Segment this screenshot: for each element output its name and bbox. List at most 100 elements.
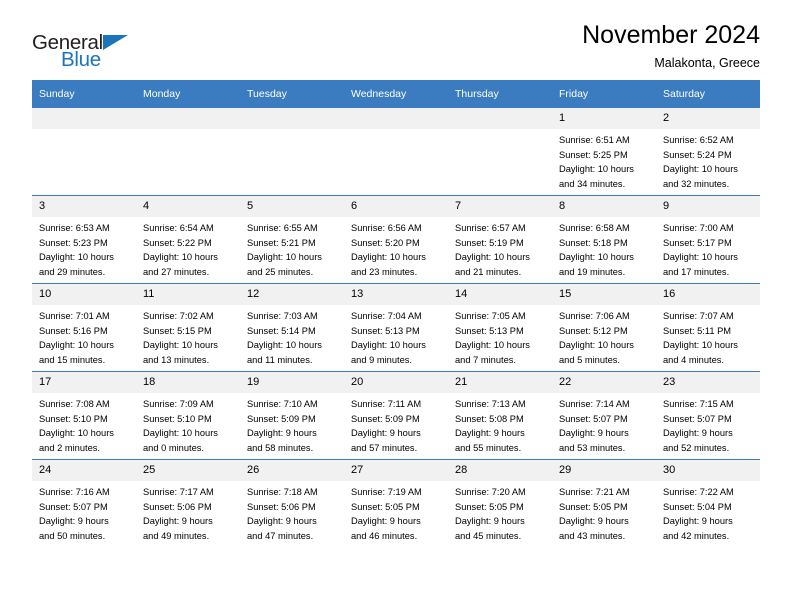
- calendar-day-cell[interactable]: 20 Sunrise: 7:11 AM Sunset: 5:09 PM Dayligh…: [344, 371, 448, 460]
- day-detail: Sunrise: 6:56 AM Sunset: 5:20 PM Daylight:…: [344, 217, 448, 283]
- day-number: 6: [344, 196, 448, 217]
- calendar-day-cell[interactable]: 22 Sunrise: 7:14 AM Sunset: 5:07 PM Dayligh…: [552, 371, 656, 460]
- day-detail-line: Daylight: 10 hours: [663, 340, 738, 350]
- calendar-week-row: 3 Sunrise: 6:53 AM Sunset: 5:23 PM Daylight…: [32, 195, 760, 284]
- calendar-day-cell[interactable]: 8 Sunrise: 6:58 AM Sunset: 5:18 PM Daylight…: [552, 195, 656, 284]
- day-detail-line: Sunset: 5:15 PM: [143, 325, 212, 336]
- day-number: 21: [448, 372, 552, 393]
- page-header: General Blue November 2024 Malakonta, Gr…: [32, 0, 760, 72]
- day-detail-line: Sunrise: 6:52 AM: [663, 135, 734, 145]
- day-detail-line: Daylight: 10 hours: [663, 252, 738, 262]
- day-detail-line: Sunrise: 6:57 AM: [455, 223, 526, 233]
- calendar-day-cell[interactable]: 26 Sunrise: 7:18 AM Sunset: 5:06 PM Dayligh…: [240, 459, 344, 547]
- day-detail-line: and 55 minutes.: [455, 442, 522, 453]
- calendar-day-cell-empty: [448, 108, 552, 196]
- day-detail-line: Sunset: 5:09 PM: [247, 413, 316, 424]
- day-number: 7: [448, 196, 552, 217]
- day-detail: Sunrise: 7:08 AM Sunset: 5:10 PM Daylight:…: [32, 393, 136, 459]
- calendar-day-cell[interactable]: 28 Sunrise: 7:20 AM Sunset: 5:05 PM Dayligh…: [448, 459, 552, 547]
- calendar-page: General Blue November 2024 Malakonta, Gr…: [0, 0, 792, 612]
- calendar-day-cell[interactable]: 18 Sunrise: 7:09 AM Sunset: 5:10 PM Dayligh…: [136, 371, 240, 460]
- calendar-day-cell[interactable]: 16 Sunrise: 7:07 AM Sunset: 5:11 PM Dayligh…: [656, 283, 760, 372]
- calendar-day-cell[interactable]: 29 Sunrise: 7:21 AM Sunset: 5:05 PM Dayligh…: [552, 459, 656, 547]
- calendar-day-cell[interactable]: 21 Sunrise: 7:13 AM Sunset: 5:08 PM Dayligh…: [448, 371, 552, 460]
- calendar-day-cell[interactable]: 30 Sunrise: 7:22 AM Sunset: 5:04 PM Dayligh…: [656, 459, 760, 547]
- day-detail-line: Sunrise: 7:05 AM: [455, 311, 526, 321]
- day-detail: Sunrise: 6:54 AM Sunset: 5:22 PM Daylight:…: [136, 217, 240, 283]
- day-detail-line: Sunset: 5:19 PM: [455, 237, 524, 248]
- day-number: 19: [240, 372, 344, 393]
- day-detail-line: and 0 minutes.: [143, 442, 204, 453]
- calendar-day-cell[interactable]: 10 Sunrise: 7:01 AM Sunset: 5:16 PM Dayligh…: [32, 283, 136, 372]
- calendar-day-cell[interactable]: 23 Sunrise: 7:15 AM Sunset: 5:07 PM Dayligh…: [656, 371, 760, 460]
- day-detail-line: and 50 minutes.: [39, 530, 106, 541]
- calendar-day-cell-empty: [240, 108, 344, 196]
- day-detail-line: Sunset: 5:13 PM: [351, 325, 420, 336]
- day-detail-line: and 21 minutes.: [455, 266, 522, 277]
- day-detail-line: Daylight: 10 hours: [455, 340, 530, 350]
- day-detail-line: Daylight: 10 hours: [247, 340, 322, 350]
- calendar-day-cell[interactable]: 11 Sunrise: 7:02 AM Sunset: 5:15 PM Dayligh…: [136, 283, 240, 372]
- calendar-week-row: 1 Sunrise: 6:51 AM Sunset: 5:25 PM Daylight…: [32, 108, 760, 196]
- calendar-day-cell-empty: [344, 108, 448, 196]
- day-detail-line: Sunrise: 6:53 AM: [39, 223, 110, 233]
- calendar-day-cell[interactable]: 2 Sunrise: 6:52 AM Sunset: 5:24 PM Daylight…: [656, 108, 760, 196]
- calendar-day-cell[interactable]: 25 Sunrise: 7:17 AM Sunset: 5:06 PM Dayligh…: [136, 459, 240, 547]
- calendar-day-cell[interactable]: 15 Sunrise: 7:06 AM Sunset: 5:12 PM Dayligh…: [552, 283, 656, 372]
- calendar-day-cell[interactable]: 24 Sunrise: 7:16 AM Sunset: 5:07 PM Dayligh…: [32, 459, 136, 547]
- calendar-day-cell[interactable]: 9 Sunrise: 7:00 AM Sunset: 5:17 PM Daylight…: [656, 195, 760, 284]
- day-number: 2: [656, 108, 760, 129]
- calendar-day-cell[interactable]: 19 Sunrise: 7:10 AM Sunset: 5:09 PM Dayligh…: [240, 371, 344, 460]
- calendar-day-cell[interactable]: 13 Sunrise: 7:04 AM Sunset: 5:13 PM Dayligh…: [344, 283, 448, 372]
- day-number: 22: [552, 372, 656, 393]
- general-blue-logo[interactable]: General Blue: [32, 20, 152, 71]
- day-detail-line: and 19 minutes.: [559, 266, 626, 277]
- calendar-day-cell[interactable]: 3 Sunrise: 6:53 AM Sunset: 5:23 PM Daylight…: [32, 195, 136, 284]
- calendar-day-cell[interactable]: 6 Sunrise: 6:56 AM Sunset: 5:20 PM Daylight…: [344, 195, 448, 284]
- calendar-day-cell[interactable]: 17 Sunrise: 7:08 AM Sunset: 5:10 PM Dayligh…: [32, 371, 136, 460]
- day-detail: Sunrise: 7:18 AM Sunset: 5:06 PM Daylight:…: [240, 481, 344, 547]
- day-number: 5: [240, 196, 344, 217]
- day-detail-line: Daylight: 9 hours: [143, 516, 213, 526]
- calendar-day-cell[interactable]: 1 Sunrise: 6:51 AM Sunset: 5:25 PM Daylight…: [552, 108, 656, 196]
- day-detail: Sunrise: 7:06 AM Sunset: 5:12 PM Daylight:…: [552, 305, 656, 371]
- calendar-day-cell[interactable]: 5 Sunrise: 6:55 AM Sunset: 5:21 PM Daylight…: [240, 195, 344, 284]
- day-detail-line: Daylight: 10 hours: [559, 164, 634, 174]
- calendar-day-cell[interactable]: 12 Sunrise: 7:03 AM Sunset: 5:14 PM Dayligh…: [240, 283, 344, 372]
- day-detail-line: Daylight: 10 hours: [351, 340, 426, 350]
- title-block: November 2024 Malakonta, Greece: [582, 20, 760, 70]
- day-number: 20: [344, 372, 448, 393]
- weekday-header-row: Sunday Monday Tuesday Wednesday Thursday…: [32, 80, 760, 108]
- day-number: 9: [656, 196, 760, 217]
- calendar-day-cell[interactable]: 7 Sunrise: 6:57 AM Sunset: 5:19 PM Daylight…: [448, 195, 552, 284]
- day-detail-line: Daylight: 9 hours: [455, 428, 525, 438]
- day-detail-line: Sunset: 5:11 PM: [663, 325, 732, 336]
- day-number: [136, 108, 240, 129]
- day-detail-line: Sunset: 5:09 PM: [351, 413, 420, 424]
- calendar-day-cell[interactable]: 14 Sunrise: 7:05 AM Sunset: 5:13 PM Dayligh…: [448, 283, 552, 372]
- day-detail-line: and 4 minutes.: [663, 354, 724, 365]
- day-detail-line: Sunrise: 7:00 AM: [663, 223, 734, 233]
- day-detail: Sunrise: 7:11 AM Sunset: 5:09 PM Daylight:…: [344, 393, 448, 459]
- day-number: 15: [552, 284, 656, 305]
- day-detail-line: Sunset: 5:12 PM: [559, 325, 628, 336]
- day-detail-line: Sunrise: 7:10 AM: [247, 399, 318, 409]
- calendar-day-cell-empty: [32, 108, 136, 196]
- day-number: 26: [240, 460, 344, 481]
- day-number: 10: [32, 284, 136, 305]
- calendar-day-cell[interactable]: 4 Sunrise: 6:54 AM Sunset: 5:22 PM Daylight…: [136, 195, 240, 284]
- day-detail-line: Sunset: 5:07 PM: [663, 413, 732, 424]
- logo-text-blue: Blue: [61, 48, 101, 71]
- day-detail: Sunrise: 7:04 AM Sunset: 5:13 PM Daylight:…: [344, 305, 448, 371]
- weekday-header-sunday: Sunday: [32, 80, 136, 108]
- day-detail: [344, 129, 448, 137]
- calendar-day-cell[interactable]: 27 Sunrise: 7:19 AM Sunset: 5:05 PM Dayligh…: [344, 459, 448, 547]
- day-detail-line: Daylight: 10 hours: [143, 252, 218, 262]
- day-detail-line: Daylight: 9 hours: [663, 516, 733, 526]
- day-detail-line: and 13 minutes.: [143, 354, 210, 365]
- day-detail-line: Daylight: 9 hours: [663, 428, 733, 438]
- day-detail: Sunrise: 7:21 AM Sunset: 5:05 PM Daylight:…: [552, 481, 656, 547]
- day-detail-line: and 47 minutes.: [247, 530, 314, 541]
- day-detail-line: and 11 minutes.: [247, 354, 313, 365]
- day-detail-line: Sunrise: 7:13 AM: [455, 399, 526, 409]
